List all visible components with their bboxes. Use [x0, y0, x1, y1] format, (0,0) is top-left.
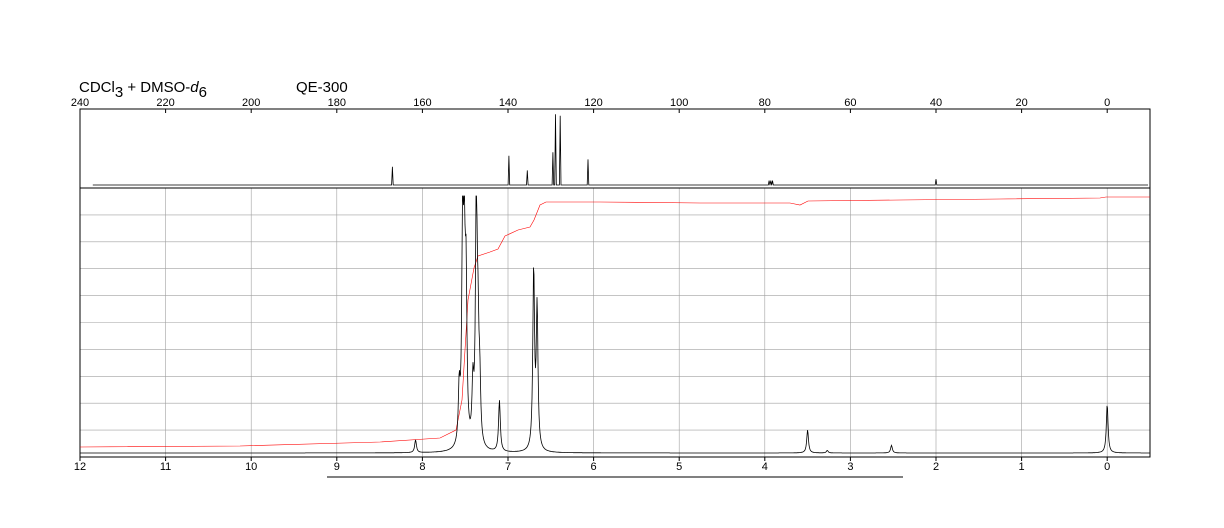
c13-tick-label: 120	[584, 97, 602, 109]
c13-tick-label: 200	[242, 97, 260, 109]
c13-tick-label: 80	[759, 97, 771, 109]
h1-tick-label: 8	[419, 461, 425, 473]
h1-grid	[80, 188, 1150, 457]
c13-spectrum-trace	[92, 114, 1148, 186]
solvent-sub2: 6	[199, 84, 207, 101]
c13-tick-label: 180	[328, 97, 346, 109]
h1-tick-label: 6	[591, 461, 597, 473]
c13-axis: 240 220 200 180 160 140 120 100 80 60 40 20 0	[71, 97, 1110, 113]
c13-tick-label: 160	[413, 97, 431, 109]
h1-tick-label: 3	[847, 461, 853, 473]
c13-tick-label: 60	[844, 97, 856, 109]
c13-tick-label: 0	[1104, 97, 1110, 109]
solvent-sub1: 3	[115, 84, 123, 101]
h1-spectrum-trace	[80, 195, 1150, 454]
solvent-main: CDCl	[79, 79, 115, 96]
h1-tick-label: 10	[245, 461, 257, 473]
h1-tick-label: 9	[334, 461, 340, 473]
nmr-spectra-figure: CDCl3 + DMSO-d6 QE-300 240 220 200 180 160 14…	[71, 79, 1151, 478]
h1-tick-label: 1	[1019, 461, 1025, 473]
c13-tick-label: 240	[71, 97, 89, 109]
h1-tick-label: 5	[676, 461, 682, 473]
c13-frame	[79, 108, 1151, 189]
c13-tick-label: 40	[930, 97, 942, 109]
solvent-mid: + DMSO-	[123, 79, 190, 96]
h1-tick-label: 4	[762, 461, 768, 473]
c13-tick-label: 100	[670, 97, 688, 109]
c13-tick-label: 20	[1015, 97, 1027, 109]
h1-axis: 12 11 10 9 8 7 6 5 4 3 2 1 0	[74, 457, 1110, 473]
h1-integral-curve	[79, 196, 1150, 448]
c13-panel: 240 220 200 180 160 140 120 100 80 60 40 20 0	[71, 97, 1151, 189]
h1-panel: 12 11 10 9 8 7 6 5 4 3 2 1 0	[74, 187, 1151, 473]
instrument-label: QE-300	[296, 79, 348, 96]
solvent-label: CDCl3 + DMSO-d6	[79, 79, 207, 101]
c13-tick-label: 140	[499, 97, 517, 109]
c13-tick-label: 220	[156, 97, 174, 109]
h1-tick-label: 12	[74, 461, 86, 473]
h1-tick-label: 0	[1104, 461, 1110, 473]
h1-tick-label: 2	[933, 461, 939, 473]
h1-tick-label: 11	[160, 461, 171, 473]
h1-tick-label: 7	[505, 461, 511, 473]
